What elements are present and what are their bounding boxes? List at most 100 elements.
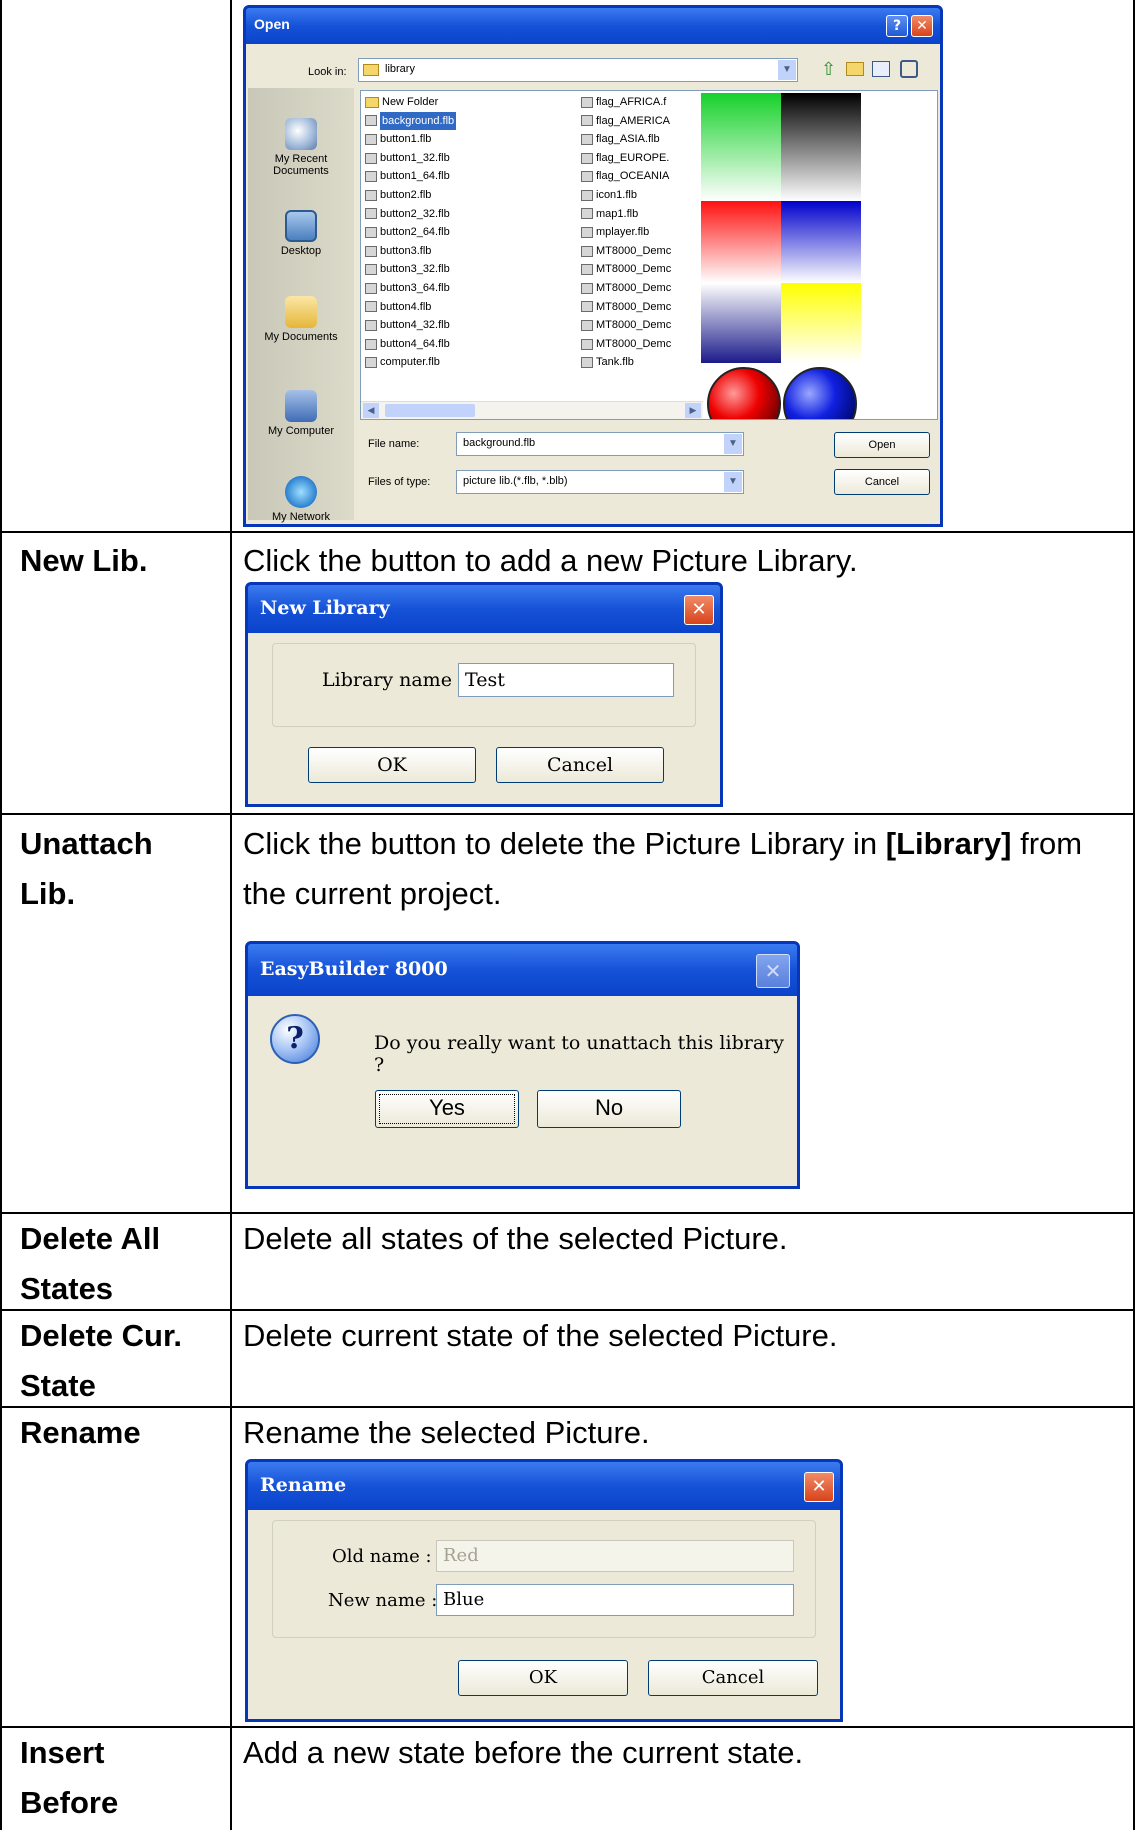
file-list-item[interactable]: MT8000_Demc	[581, 242, 671, 261]
chevron-down-icon[interactable]: ▼	[724, 434, 742, 454]
chevron-down-icon[interactable]: ▼	[778, 60, 796, 80]
places-item-desktop[interactable]: Desktop	[249, 210, 353, 257]
preview-red-gradient	[701, 201, 781, 283]
row-label-line: State	[20, 1368, 96, 1403]
desktop-icon	[285, 210, 317, 242]
file-list-item[interactable]: background.flb	[365, 111, 457, 131]
library-name-input[interactable]: Test	[458, 663, 674, 697]
file-list-item[interactable]: flag_OCEANIA	[581, 167, 671, 186]
file-icon	[581, 208, 593, 220]
file-list-item[interactable]: button2_64.flb	[365, 223, 456, 242]
file-list-item[interactable]: icon1.flb	[581, 186, 671, 205]
row-description-unattach-lib: Click the button to delete the Picture L…	[243, 819, 1123, 919]
file-list-item[interactable]: button4_32.flb	[365, 316, 456, 335]
view-menu-icon[interactable]	[872, 61, 890, 77]
file-icon	[365, 338, 377, 350]
scroll-thumb[interactable]	[385, 404, 475, 417]
file-list-item[interactable]: button2_32.flb	[365, 205, 456, 224]
file-icon	[581, 357, 593, 369]
horizontal-scrollbar[interactable]: ◀ ▶	[361, 401, 703, 419]
file-list-item[interactable]: button4.flb	[365, 298, 456, 317]
file-list-item[interactable]: button1_32.flb	[365, 149, 456, 168]
file-name: flag_AMERICA	[596, 114, 670, 127]
file-list-item[interactable]: MT8000_Demc	[581, 335, 671, 354]
file-list-item[interactable]: MT8000_Demc	[581, 260, 671, 279]
ok-button[interactable]: OK	[458, 1660, 628, 1696]
file-list-item[interactable]: button2.flb	[365, 186, 456, 205]
scroll-left-icon[interactable]: ◀	[363, 403, 379, 418]
row-label-insert-before: Insert Before	[20, 1728, 118, 1828]
file-list-item[interactable]: button3_64.flb	[365, 279, 456, 298]
close-icon[interactable]: ✕	[684, 595, 714, 625]
rename-dialog-title: Rename	[260, 1474, 347, 1496]
tools-icon[interactable]	[900, 60, 918, 78]
yes-button[interactable]: Yes	[375, 1090, 519, 1128]
file-list-item[interactable]: flag_EUROPE.	[581, 149, 671, 168]
file-type-select[interactable]: picture lib.(*.flb, *.blb) ▼	[456, 470, 744, 494]
new-library-body: Library name : Test OK Cancel	[248, 633, 720, 804]
file-icon	[365, 357, 377, 369]
places-item-my-network[interactable]: My Network	[249, 476, 353, 523]
description-bold-text: [Library]	[885, 826, 1012, 861]
scroll-right-icon[interactable]: ▶	[685, 403, 701, 418]
table-border-left	[0, 0, 2, 1830]
close-icon[interactable]: ✕	[756, 954, 790, 988]
help-button[interactable]: ?	[886, 15, 908, 37]
file-list-item[interactable]: button1.flb	[365, 130, 456, 149]
places-bar: My Recent Documents Desktop My Documents…	[248, 88, 354, 523]
file-list-item[interactable]: map1.flb	[581, 205, 671, 224]
places-item-recent[interactable]: My Recent Documents	[249, 118, 353, 177]
file-list-item[interactable]: button3.flb	[365, 242, 456, 261]
rename-dialog-titlebar: Rename ✕	[248, 1462, 840, 1510]
open-file-dialog: Open ? ✕ Look in: library ▼ ⇧ My Recent …	[243, 5, 943, 527]
file-list-item[interactable]: flag_AFRICA.f	[581, 93, 671, 112]
file-icon	[581, 319, 593, 331]
cancel-button[interactable]: Cancel	[834, 469, 930, 495]
table-row-divider	[0, 531, 1135, 533]
ok-button[interactable]: OK	[308, 747, 476, 783]
row-label-line: Insert	[20, 1735, 105, 1770]
file-list-item[interactable]: flag_AMERICA	[581, 112, 671, 131]
open-dialog-titlebar: Open ? ✕	[246, 8, 940, 44]
file-list-item[interactable]: Tank.flb	[581, 353, 671, 372]
new-folder-icon[interactable]	[846, 62, 864, 76]
file-list-column: New Folder background.flb button1.flb butto…	[365, 93, 457, 372]
file-icon	[365, 115, 377, 127]
places-item-my-computer[interactable]: My Computer	[249, 390, 353, 437]
new-name-input[interactable]: Blue	[436, 1584, 794, 1616]
file-list-item[interactable]: button3_32.flb	[365, 260, 456, 279]
file-list-item[interactable]: button4_64.flb	[365, 335, 456, 354]
file-list-item[interactable]: MT8000_Demc	[581, 298, 671, 317]
file-icon	[581, 115, 593, 127]
close-icon[interactable]: ✕	[804, 1472, 834, 1502]
rename-dialog-body: Old name : Red New name : Blue OK Cancel	[248, 1510, 840, 1719]
preview-black-gradient	[781, 93, 861, 201]
cancel-button[interactable]: Cancel	[496, 747, 664, 783]
file-list-item[interactable]: computer.flb	[365, 353, 456, 372]
file-list-item[interactable]: New Folder	[365, 93, 456, 112]
file-name-input[interactable]: background.flb ▼	[456, 432, 744, 456]
open-button[interactable]: Open	[834, 432, 930, 458]
cancel-button[interactable]: Cancel	[648, 1660, 818, 1696]
look-in-select[interactable]: library ▼	[358, 58, 798, 82]
file-list[interactable]: New Folder background.flb button1.flb butto…	[360, 90, 938, 420]
file-name: button2_32.flb	[380, 207, 450, 220]
file-list-item[interactable]: button1_64.flb	[365, 167, 456, 186]
row-label-rename: Rename	[20, 1415, 141, 1450]
file-name: button3_32.flb	[380, 263, 450, 276]
folder-icon	[363, 64, 379, 76]
places-item-my-documents[interactable]: My Documents	[249, 296, 353, 343]
row-description-rename: Rename the selected Picture.	[243, 1415, 650, 1450]
no-button[interactable]: No	[537, 1090, 681, 1128]
up-folder-icon[interactable]: ⇧	[821, 59, 839, 79]
file-list-item[interactable]: MT8000_Demc	[581, 316, 671, 335]
chevron-down-icon[interactable]: ▼	[724, 472, 742, 492]
file-list-item[interactable]: MT8000_Demc	[581, 279, 671, 298]
file-name: button1_64.flb	[380, 170, 450, 183]
file-list-item[interactable]: mplayer.flb	[581, 223, 671, 242]
file-name: MT8000_Demc	[596, 244, 672, 257]
file-list-item[interactable]: flag_ASIA.flb	[581, 130, 671, 149]
folder-icon	[365, 96, 379, 108]
file-icon	[581, 245, 593, 257]
close-icon[interactable]: ✕	[911, 15, 933, 37]
